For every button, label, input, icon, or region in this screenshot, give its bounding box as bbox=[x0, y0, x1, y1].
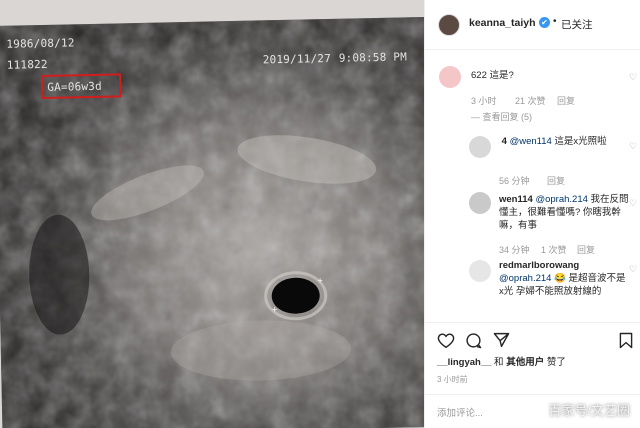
share-icon[interactable] bbox=[493, 332, 510, 348]
comment-time: 3 小时 bbox=[471, 96, 497, 106]
username-suffix: 4 bbox=[501, 136, 507, 147]
watermark: 百家号/文艺圈 bbox=[548, 403, 630, 418]
mention-link[interactable]: @oprah.214 bbox=[499, 273, 551, 284]
like-heart-icon[interactable]: ♡ bbox=[629, 72, 637, 83]
reply-button[interactable]: 回复 bbox=[557, 94, 575, 107]
ultrasound-printout: + + 1986/08/12 111822 GA=06w3d 2019/11/2… bbox=[0, 16, 424, 428]
reply-username[interactable]: wen114 bbox=[499, 194, 533, 205]
comment-bubble-icon[interactable] bbox=[465, 332, 482, 349]
separator-dot: • bbox=[553, 16, 557, 27]
post-photo: + + 1986/08/12 111822 GA=06w3d 2019/11/2… bbox=[0, 0, 424, 428]
comment-body: 622 這是? bbox=[471, 69, 514, 82]
comment-text: 622 這是? bbox=[471, 70, 514, 81]
scan-time-label: 9:08:58 PM bbox=[338, 50, 408, 65]
post-timestamp: 3 小时前 bbox=[437, 375, 468, 384]
like-heart-icon[interactable]: ♡ bbox=[629, 264, 637, 275]
likes-verb: 赞了 bbox=[546, 357, 566, 368]
likes-summary: __lingyah__ 和 其他用户 赞了 bbox=[437, 354, 566, 368]
reply-avatar[interactable] bbox=[469, 136, 491, 158]
mention-link[interactable]: @wen114 bbox=[510, 136, 552, 147]
dob-label: 1986/08/12 bbox=[6, 36, 75, 51]
follow-status[interactable]: 已关注 bbox=[561, 17, 593, 32]
liker-username[interactable]: __lingyah__ bbox=[437, 357, 491, 368]
view-replies-link[interactable]: — 查看回复 (5) bbox=[471, 110, 532, 123]
like-heart-icon[interactable]: ♡ bbox=[629, 141, 637, 152]
ga-label: GA=06w3d bbox=[47, 79, 103, 94]
screenshot-root: + + 1986/08/12 111822 GA=06w3d 2019/11/2… bbox=[0, 0, 640, 428]
like-heart-icon[interactable]: ♡ bbox=[629, 198, 637, 209]
comments-panel: keanna_taiyh ✔ • 已关注 622 這是? ♡ 3 小时 21 次… bbox=[424, 0, 640, 428]
reply-body: wen114 @oprah.214 我在反問懂主，很難看懂嗎? 你瞎我幹嘛，有事 bbox=[499, 193, 629, 232]
scan-date-label: 2019/11/27 bbox=[262, 51, 332, 67]
like-heart-icon[interactable] bbox=[437, 332, 455, 348]
actions-divider bbox=[425, 322, 640, 323]
reply-likes[interactable]: 1 次赞 bbox=[541, 243, 567, 256]
mention-link[interactable]: @oprah.214 bbox=[535, 194, 587, 205]
reply-username[interactable]: redmarlborowang bbox=[499, 260, 579, 271]
bookmark-icon[interactable] bbox=[619, 332, 633, 349]
reply-button[interactable]: 回复 bbox=[547, 174, 565, 187]
likes-and: 和 bbox=[494, 357, 504, 368]
reply-text: 這是x光照啦 bbox=[551, 136, 607, 147]
reply-time: 56 分钟 bbox=[499, 176, 530, 186]
reply-avatar[interactable] bbox=[469, 192, 491, 214]
svg-text:+: + bbox=[317, 276, 323, 286]
reply-body: redmarlborowang @oprah.214 😂 是超音波不是x光 孕婦… bbox=[499, 259, 629, 298]
other-users-link[interactable]: 其他用户 bbox=[506, 357, 544, 368]
add-comment-input[interactable]: 添加评论... bbox=[437, 405, 483, 419]
post-header: keanna_taiyh ✔ • 已关注 bbox=[425, 0, 640, 50]
comment-likes[interactable]: 21 次赞 bbox=[515, 94, 546, 107]
author-avatar[interactable] bbox=[438, 14, 460, 36]
author-username[interactable]: keanna_taiyh bbox=[469, 17, 536, 29]
svg-text:+: + bbox=[272, 305, 278, 315]
reply-avatar-placeholder-icon[interactable] bbox=[469, 260, 491, 282]
reply-time: 34 分钟 bbox=[499, 245, 530, 255]
verified-badge-icon: ✔ bbox=[539, 17, 550, 28]
comment-avatar[interactable] bbox=[439, 66, 461, 88]
reply-button[interactable]: 回复 bbox=[577, 243, 595, 256]
reply-body: 4 @wen114 這是x光照啦 bbox=[499, 135, 629, 148]
add-comment-divider bbox=[425, 394, 640, 395]
patient-id-label: 111822 bbox=[6, 57, 48, 72]
